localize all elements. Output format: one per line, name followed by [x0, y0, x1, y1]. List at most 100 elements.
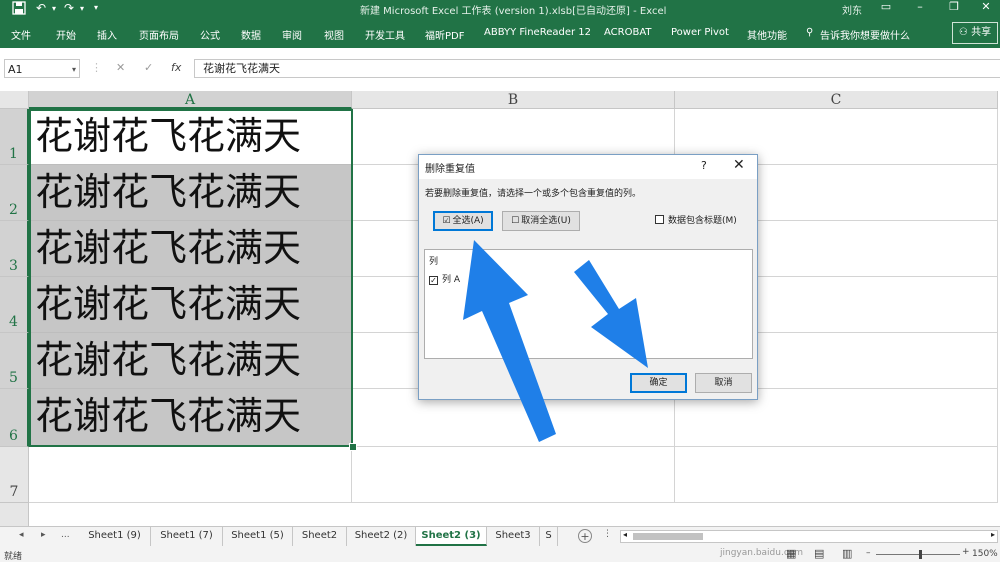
tab-view[interactable]: 视图: [324, 27, 344, 42]
tab-power-pivot[interactable]: Power Pivot: [671, 27, 729, 38]
sheet-tab[interactable]: S: [540, 527, 558, 546]
row-header-6[interactable]: 6: [0, 389, 29, 447]
undo-dropdown-icon[interactable]: ▾: [52, 4, 56, 13]
scroll-left-icon[interactable]: ◂: [623, 530, 627, 539]
has-headers-label: 数据包含标题(M): [668, 216, 737, 226]
chevron-down-icon[interactable]: ▾: [72, 60, 76, 79]
name-box-value: A1: [8, 63, 23, 76]
close-icon[interactable]: ✕: [976, 0, 996, 18]
fill-handle[interactable]: [349, 443, 357, 451]
has-headers-checkbox[interactable]: 数据包含标题(M): [655, 213, 737, 226]
scroll-right-icon[interactable]: ▸: [991, 530, 995, 539]
help-icon[interactable]: ?: [701, 159, 707, 172]
zoom-level[interactable]: 150%: [972, 549, 998, 559]
zoom-out-icon[interactable]: –: [866, 548, 871, 558]
sheet-ellipsis[interactable]: ...: [61, 530, 70, 540]
row-header-4[interactable]: 4: [0, 277, 29, 333]
tab-other[interactable]: 其他功能: [747, 27, 787, 42]
row-header-2[interactable]: 2: [0, 165, 29, 221]
page-break-view-icon[interactable]: ▥: [842, 547, 852, 560]
tab-developer[interactable]: 开发工具: [365, 27, 405, 42]
sheet-tab-active[interactable]: Sheet2 (3): [416, 527, 487, 546]
tab-abbyy[interactable]: ABBYY FineReader 12: [484, 27, 591, 38]
prev-sheet-icon[interactable]: ◂: [19, 530, 24, 540]
scrollbar-thumb[interactable]: [633, 533, 703, 540]
row-header-1[interactable]: 1: [0, 109, 29, 165]
checkbox-empty-icon: [655, 215, 664, 224]
add-sheet-icon[interactable]: +: [578, 529, 592, 543]
zoom-slider[interactable]: [876, 554, 960, 555]
undo-icon[interactable]: ↶: [36, 1, 46, 15]
tab-page-layout[interactable]: 页面布局: [139, 27, 179, 42]
columns-list[interactable]: 列 ✓ 列 A: [424, 249, 753, 359]
column-item-a[interactable]: ✓ 列 A: [429, 272, 460, 285]
ribbon-display-icon[interactable]: ▭: [876, 0, 896, 18]
column-header-a[interactable]: A: [29, 91, 352, 109]
sheet-tab[interactable]: Sheet1 (5): [223, 527, 293, 546]
normal-view-icon[interactable]: ▦: [786, 547, 796, 560]
dialog-title-bar[interactable]: 删除重复值 ? ✕: [419, 155, 757, 179]
sheet-tab[interactable]: Sheet1 (9): [79, 527, 151, 546]
row-header-7[interactable]: 7: [0, 447, 29, 503]
row-number: 4: [9, 314, 18, 330]
cell-a7[interactable]: [29, 447, 352, 503]
page-layout-view-icon[interactable]: ▤: [814, 547, 824, 560]
tab-data[interactable]: 数据: [241, 27, 261, 42]
tab-home[interactable]: 开始: [56, 27, 76, 42]
horizontal-scrollbar[interactable]: ◂ ▸: [620, 530, 998, 543]
tab-formulas[interactable]: 公式: [200, 27, 220, 42]
row-header-8[interactable]: [0, 503, 29, 526]
tell-me-box[interactable]: 告诉我你想要做什么: [820, 27, 910, 42]
sheet-tab[interactable]: Sheet1 (7): [151, 527, 223, 546]
person-icon: ⚇: [958, 27, 968, 38]
save-icon[interactable]: [12, 1, 26, 18]
name-box[interactable]: A1 ▾: [4, 59, 80, 78]
select-all-corner[interactable]: [0, 91, 29, 109]
row-number: 3: [9, 258, 18, 274]
row-number: 1: [9, 146, 18, 162]
insert-function-icon[interactable]: fx: [171, 61, 181, 74]
user-name[interactable]: 刘东: [842, 2, 862, 17]
tab-foxit-pdf[interactable]: 福昕PDF: [425, 27, 464, 42]
sheet-tab[interactable]: Sheet2: [293, 527, 347, 546]
dialog-description: 若要删除重复值，请选择一个或多个包含重复值的列。: [425, 189, 642, 199]
column-header-c[interactable]: C: [675, 91, 998, 109]
select-all-button[interactable]: ☑ 全选(A): [433, 211, 493, 231]
row-number: 6: [9, 428, 18, 444]
formula-input[interactable]: 花谢花飞花满天: [194, 59, 1000, 78]
status-mode: 就绪: [4, 552, 23, 562]
more-icon: ⋮: [91, 61, 102, 74]
sheet-tab[interactable]: Sheet2 (2): [347, 527, 416, 546]
cancel-icon[interactable]: ✕: [116, 61, 125, 74]
select-all-label: 全选(A): [452, 216, 484, 226]
tab-acrobat[interactable]: ACROBAT: [604, 27, 652, 38]
zoom-in-icon[interactable]: +: [962, 547, 970, 557]
cell-b7[interactable]: [352, 447, 675, 503]
row-header-3[interactable]: 3: [0, 221, 29, 277]
row-number: 7: [9, 484, 19, 500]
tab-insert[interactable]: 插入: [97, 27, 117, 42]
minimize-icon[interactable]: –: [910, 0, 930, 18]
cell-c7[interactable]: [675, 447, 998, 503]
tab-review[interactable]: 审阅: [282, 27, 302, 42]
redo-dropdown-icon[interactable]: ▾: [80, 4, 84, 13]
sheet-tab[interactable]: Sheet3: [487, 527, 540, 546]
row-number: 5: [9, 370, 18, 386]
ribbon-tabs: 文件 开始 插入 页面布局 公式 数据 审阅 视图 开发工具 福昕PDF ABB…: [0, 18, 1000, 48]
tab-file[interactable]: 文件: [11, 27, 31, 42]
cancel-button[interactable]: 取消: [695, 373, 752, 393]
maximize-icon[interactable]: ❐: [944, 0, 964, 18]
checkbox-checked-icon: ✓: [429, 276, 438, 285]
customize-icon[interactable]: ▾: [94, 3, 98, 12]
column-header-b[interactable]: B: [352, 91, 675, 109]
ok-button[interactable]: 确定: [630, 373, 687, 393]
share-button[interactable]: ⚇ 共享: [952, 22, 998, 44]
close-icon[interactable]: ✕: [733, 157, 745, 173]
columns-header: 列: [429, 257, 439, 267]
enter-icon[interactable]: ✓: [144, 61, 153, 74]
unselect-all-button[interactable]: ☐ 取消全选(U): [502, 211, 580, 231]
next-sheet-icon[interactable]: ▸: [41, 530, 46, 540]
row-header-5[interactable]: 5: [0, 333, 29, 389]
redo-icon[interactable]: ↷: [64, 1, 74, 15]
zoom-slider-thumb[interactable]: [919, 550, 922, 559]
